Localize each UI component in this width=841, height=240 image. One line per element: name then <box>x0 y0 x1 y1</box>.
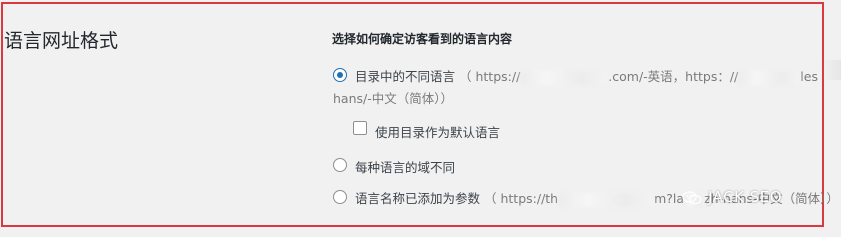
option-directory[interactable]: 目录中的不同语言 （ https://.com/-英语，https：//les <box>355 66 818 85</box>
blurred-edge <box>823 60 841 80</box>
option-directory-example-line2: hans/-中文（简体）） <box>333 91 453 106</box>
section-title: 语言网址格式 <box>4 30 119 52</box>
radio-parameter-option[interactable] <box>333 190 347 204</box>
radio-directory-option[interactable] <box>333 68 347 82</box>
watermark: JACK SEO <box>682 188 782 206</box>
field-description: 选择如何确定访客看到的语言内容 <box>332 32 513 46</box>
wechat-icon <box>682 190 702 204</box>
watermark-text: JACK SEO <box>708 188 783 206</box>
default-language-directory-label[interactable]: 使用目录作为默认语言 <box>375 122 500 141</box>
option-parameter-label: 语言名称已添加为参数 <box>355 191 481 206</box>
option-directory-example: （ https://.com/-英语，https：//les <box>459 69 818 85</box>
settings-panel: 语言网址格式 选择如何确定访客看到的语言内容 目录中的不同语言 （ https:… <box>0 0 841 237</box>
default-language-directory-checkbox[interactable] <box>353 121 367 135</box>
option-directory-label: 目录中的不同语言 <box>355 69 456 84</box>
radio-domain-option[interactable] <box>333 158 347 172</box>
option-domain-label[interactable]: 每种语言的域不同 <box>355 157 455 176</box>
option-parameter-example: （ https://th m?la zh-hans-中文（简体）） <box>484 191 839 207</box>
